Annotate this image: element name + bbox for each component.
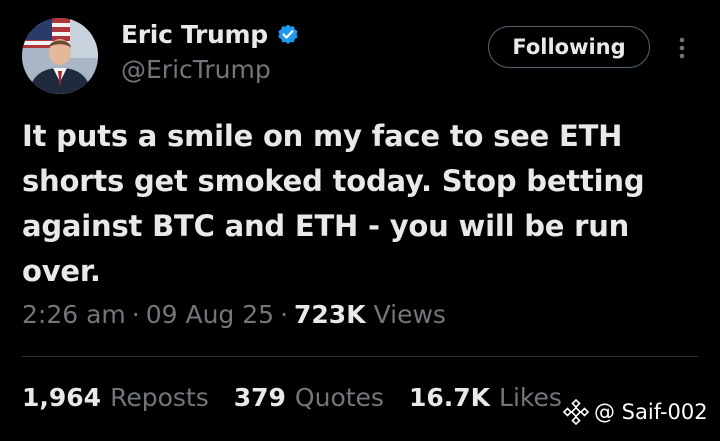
engagement-stats: 1,964 Reposts 379 Quotes 16.7K Likes bbox=[22, 383, 587, 412]
views-label: Views bbox=[373, 300, 446, 329]
likes-stat[interactable]: 16.7K Likes bbox=[409, 383, 562, 412]
reposts-stat[interactable]: 1,964 Reposts bbox=[22, 383, 209, 412]
quotes-label: Quotes bbox=[294, 383, 384, 412]
tweet-time[interactable]: 2:26 am bbox=[22, 300, 126, 329]
author-handle[interactable]: @EricTrump bbox=[121, 55, 271, 84]
views-count: 723K bbox=[294, 300, 366, 329]
tweet-date[interactable]: 09 Aug 25 bbox=[146, 300, 274, 329]
tweet-text: It puts a smile on my face to see ETH sh… bbox=[22, 119, 645, 288]
divider bbox=[22, 356, 698, 357]
reposts-count: 1,964 bbox=[22, 383, 102, 412]
meta-separator: · bbox=[131, 300, 140, 329]
watermark: @ Saif-002 bbox=[562, 398, 708, 426]
watermark-text: @ Saif-002 bbox=[594, 400, 708, 424]
avatar-image bbox=[22, 18, 98, 94]
quotes-stat[interactable]: 379 Quotes bbox=[234, 383, 384, 412]
tweet-card: Eric Trump @EricTrump Following It puts … bbox=[0, 0, 720, 441]
likes-count: 16.7K bbox=[408, 383, 491, 412]
author-display-name[interactable]: Eric Trump bbox=[121, 20, 268, 49]
meta-separator: · bbox=[280, 300, 289, 329]
reposts-label: Reposts bbox=[110, 383, 209, 412]
binance-icon bbox=[562, 398, 590, 426]
quotes-count: 379 bbox=[233, 383, 286, 412]
tweet-meta: 2:26 am · 09 Aug 25 · 723K Views bbox=[22, 300, 446, 329]
verified-badge-icon bbox=[276, 23, 300, 47]
more-options-icon[interactable] bbox=[672, 32, 692, 64]
avatar[interactable] bbox=[22, 18, 98, 94]
following-button[interactable]: Following bbox=[488, 26, 650, 68]
likes-label: Likes bbox=[499, 383, 562, 412]
author-name-row: Eric Trump bbox=[121, 20, 300, 49]
